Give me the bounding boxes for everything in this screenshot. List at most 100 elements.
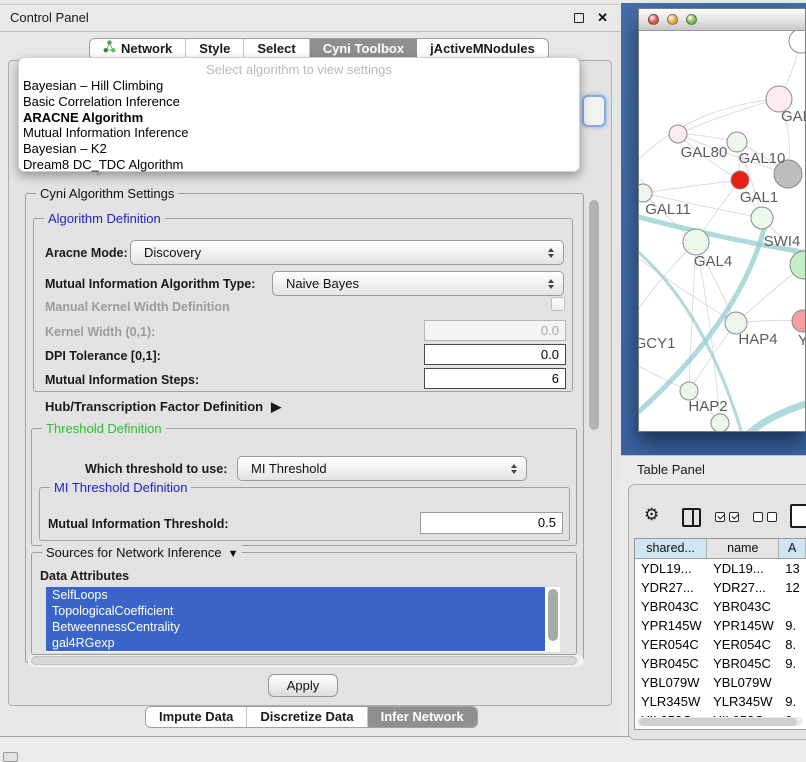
mac-zoom-icon[interactable] [686,14,697,25]
tab-discretize-data[interactable]: Discretize Data [247,707,367,727]
show-columns-icon[interactable] [715,512,739,522]
stepper-arrows-icon [548,248,554,258]
table-cell: YBL079W [635,673,707,692]
network-window-titlebar[interactable] [639,9,805,31]
table-cell: 9. [779,616,806,635]
dpi-tolerance-field[interactable]: 0.0 [424,344,566,365]
algorithm-option-bayesian-k2[interactable]: Bayesian – K2 [19,141,579,157]
hub-definition-expander[interactable]: Hub/Transcription Factor Definition▶ [45,399,281,415]
which-threshold-label: Which threshold to use: [85,462,227,476]
mi-steps-field[interactable]: 6 [424,368,566,389]
mi-type-label: Mutual Information Algorithm Type: [45,277,255,291]
algorithm-option-bayesian-hill-climbing[interactable]: Bayesian – Hill Climbing [19,78,579,94]
checked-box-icon [729,512,739,522]
attribute-item-betweennesscentrality[interactable]: BetweennessCentrality [46,619,545,635]
attribute-item-topologicalcoefficient[interactable]: TopologicalCoefficient [46,603,545,619]
gear-icon[interactable]: ⚙ [644,505,659,525]
table-row[interactable]: YBL079WYBL079W [635,673,806,692]
node-label-y: Y [798,332,805,349]
attribute-item-selfloops[interactable]: SelfLoops [46,587,545,603]
table-header-row: shared...nameA [635,539,806,559]
network-edge[interactable] [678,99,779,134]
manual-kernel-checkbox[interactable] [551,297,565,311]
kernel-width-field[interactable]: 0.0 [424,320,566,341]
node-label-swi4: SWI4 [764,233,801,250]
table-cell: YER054C [707,635,779,654]
settings-vertical-scrollbar[interactable] [589,200,599,430]
tab-infer-network[interactable]: Infer Network [368,707,477,727]
float-window-icon[interactable] [574,13,584,23]
table-row[interactable]: YLR345WYLR345W9. [635,692,806,711]
mi-threshold-label: Mutual Information Threshold: [48,517,229,531]
network-node[interactable] [789,31,805,53]
tab-impute-data[interactable]: Impute Data [146,707,247,727]
mi-threshold-field[interactable]: 0.5 [420,512,563,534]
tab-cyni-toolbox[interactable]: Cyni Toolbox [310,39,417,59]
apply-button[interactable]: Apply [268,674,338,697]
sources-group-title[interactable]: Sources for Network Inference▼ [42,545,242,560]
algorithm-option-basic-correlation-inference[interactable]: Basic Correlation Inference [19,94,579,110]
network-graph[interactable]: GALGAL80GAL10GAL1GAL11SWI4GAL4GCY1HAP4YH… [639,31,805,431]
hide-columns-icon[interactable] [753,512,777,522]
focused-combobox-fragment[interactable] [582,95,606,127]
table-row[interactable]: YBR045CYBR045C9. [635,654,806,673]
columns-icon[interactable] [682,508,701,527]
column-header-shared[interactable]: shared... [635,539,707,558]
close-icon[interactable]: ✕ [597,5,608,31]
network-edge[interactable] [643,180,740,193]
network-edge-highlighted[interactable] [747,403,805,431]
settings-horizontal-scrollbar[interactable] [28,655,584,667]
node-label-hap2: HAP2 [688,398,727,415]
network-node[interactable] [683,229,709,255]
aracne-mode-select[interactable]: Discovery [130,240,564,265]
node-label-gal: GAL [781,108,805,125]
network-node[interactable] [727,132,747,152]
table-horizontal-scrollbar[interactable] [637,717,803,726]
network-node[interactable] [751,207,773,229]
aracne-mode-value: Discovery [144,241,201,264]
algorithm-option-aracne-algorithm[interactable]: ARACNE Algorithm [19,110,579,126]
table-cell: YLR345W [635,692,707,711]
network-node[interactable] [669,125,687,143]
tab-select[interactable]: Select [244,39,309,59]
collapse-arrow-icon: ▼ [228,548,239,560]
algorithm-option-mutual-information-inference[interactable]: Mutual Information Inference [19,125,579,141]
node-label-gcy1: GCY1 [639,335,675,352]
mac-close-icon[interactable] [648,14,659,25]
network-node[interactable] [792,310,805,332]
table-cell: YDL19... [707,559,779,578]
table-row[interactable]: YER054CYER054C8. [635,635,806,654]
table-row[interactable]: YDR27...YDR27...12 [635,578,806,597]
tab-jactivemnodules[interactable]: jActiveMNodules [417,39,548,59]
attribute-item-gal4rgexp[interactable]: gal4RGexp [46,635,545,651]
tab-label: Discretize Data [260,707,353,727]
which-threshold-select[interactable]: MI Threshold [237,456,527,481]
algorithm-option-dream8-dc-tdc-algorithm[interactable]: Dream8 DC_TDC Algorithm [19,157,579,173]
column-header-name[interactable]: name [707,539,779,558]
table-row[interactable]: YDL19...YDL19...13 [635,559,806,578]
mi-steps-label: Mutual Information Steps: [45,373,199,387]
tab-label: Style [199,39,230,59]
node-label-gal11: GAL11 [645,201,691,218]
mi-type-select[interactable]: Naive Bayes [272,271,564,296]
tab-label: Cyni Toolbox [323,39,404,59]
data-attributes-list: SelfLoopsTopologicalCoefficientBetweenne… [46,587,560,652]
network-node[interactable] [711,414,729,431]
mac-minimize-icon[interactable] [667,14,678,25]
tab-style[interactable]: Style [186,39,244,59]
document-icon[interactable] [790,504,806,528]
tab-network[interactable]: Network [90,39,186,59]
table-cell: YLR345W [707,692,779,711]
network-node[interactable] [731,171,749,189]
table-panel-header: Table Panel [621,455,806,483]
column-header-a[interactable]: A [779,539,806,558]
dpi-tolerance-label: DPI Tolerance [0,1]: [45,349,161,363]
table-cell: YBR043C [635,597,707,616]
table-row[interactable]: YBR043CYBR043C [635,597,806,616]
table-row[interactable]: YPR145WYPR145W9. [635,616,806,635]
network-node[interactable] [639,184,652,202]
corner-widget[interactable] [3,752,18,762]
stepper-arrows-icon [511,464,517,474]
attributes-scrollbar[interactable] [548,589,558,641]
table-cell: YDR27... [707,578,779,597]
